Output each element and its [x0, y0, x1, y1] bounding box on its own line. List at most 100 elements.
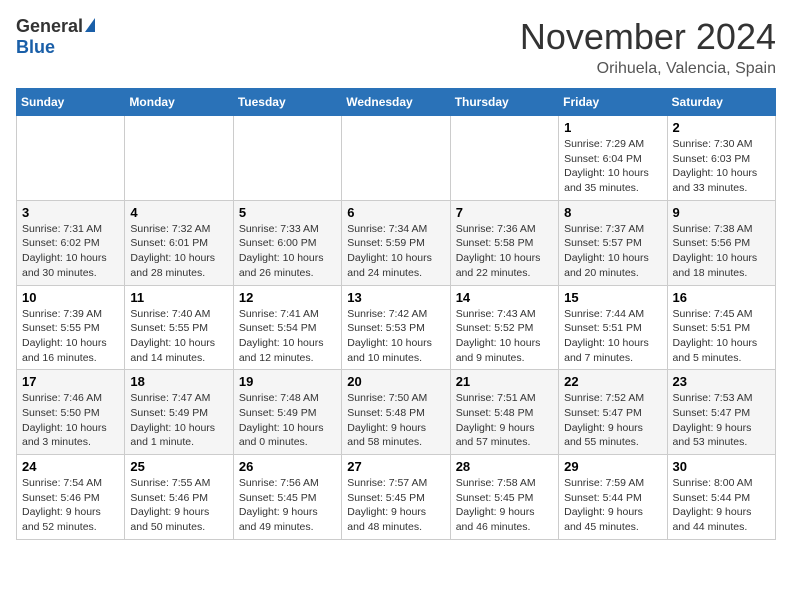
calendar-cell: 24 Sunrise: 7:54 AM Sunset: 5:46 PM Dayli…	[17, 455, 125, 540]
calendar-cell: 28 Sunrise: 7:58 AM Sunset: 5:45 PM Dayli…	[450, 455, 558, 540]
day-number: 29	[564, 459, 661, 474]
logo: General Blue	[16, 16, 95, 58]
day-info: Sunrise: 7:54 AM Sunset: 5:46 PM Dayligh…	[22, 476, 119, 535]
day-number: 28	[456, 459, 553, 474]
day-info: Sunrise: 7:47 AM Sunset: 5:49 PM Dayligh…	[130, 391, 227, 450]
calendar-cell: 16 Sunrise: 7:45 AM Sunset: 5:51 PM Dayli…	[667, 285, 775, 370]
calendar-cell: 21 Sunrise: 7:51 AM Sunset: 5:48 PM Dayli…	[450, 370, 558, 455]
day-info: Sunrise: 7:44 AM Sunset: 5:51 PM Dayligh…	[564, 307, 661, 366]
calendar-cell: 15 Sunrise: 7:44 AM Sunset: 5:51 PM Dayli…	[559, 285, 667, 370]
day-info: Sunrise: 7:37 AM Sunset: 5:57 PM Dayligh…	[564, 222, 661, 281]
calendar-cell: 1 Sunrise: 7:29 AM Sunset: 6:04 PM Daylig…	[559, 116, 667, 201]
logo-triangle-icon	[85, 18, 95, 32]
calendar-cell: 3Sunrise: 7:31 AM Sunset: 6:02 PM Daylig…	[17, 200, 125, 285]
calendar-week-4: 24 Sunrise: 7:54 AM Sunset: 5:46 PM Dayli…	[17, 455, 776, 540]
day-info: Sunrise: 7:42 AM Sunset: 5:53 PM Dayligh…	[347, 307, 444, 366]
calendar-cell: 6Sunrise: 7:34 AM Sunset: 5:59 PM Daylig…	[342, 200, 450, 285]
page-header: General Blue November 2024 Orihuela, Val…	[16, 16, 776, 78]
calendar-table: SundayMondayTuesdayWednesdayThursdayFrid…	[16, 88, 776, 540]
month-title: November 2024	[520, 16, 776, 58]
calendar-cell: 22 Sunrise: 7:52 AM Sunset: 5:47 PM Dayli…	[559, 370, 667, 455]
day-info: Sunrise: 7:51 AM Sunset: 5:48 PM Dayligh…	[456, 391, 553, 450]
calendar-cell: 13 Sunrise: 7:42 AM Sunset: 5:53 PM Dayli…	[342, 285, 450, 370]
calendar-cell: 23 Sunrise: 7:53 AM Sunset: 5:47 PM Dayli…	[667, 370, 775, 455]
days-of-week-row: SundayMondayTuesdayWednesdayThursdayFrid…	[17, 89, 776, 116]
calendar-cell	[233, 116, 341, 201]
calendar-cell: 18 Sunrise: 7:47 AM Sunset: 5:49 PM Dayli…	[125, 370, 233, 455]
calendar-cell: 26 Sunrise: 7:56 AM Sunset: 5:45 PM Dayli…	[233, 455, 341, 540]
day-number: 27	[347, 459, 444, 474]
calendar-cell: 8Sunrise: 7:37 AM Sunset: 5:57 PM Daylig…	[559, 200, 667, 285]
calendar-cell: 10 Sunrise: 7:39 AM Sunset: 5:55 PM Dayli…	[17, 285, 125, 370]
calendar-cell: 17 Sunrise: 7:46 AM Sunset: 5:50 PM Dayli…	[17, 370, 125, 455]
day-info: Sunrise: 7:57 AM Sunset: 5:45 PM Dayligh…	[347, 476, 444, 535]
calendar-week-2: 10 Sunrise: 7:39 AM Sunset: 5:55 PM Dayli…	[17, 285, 776, 370]
calendar-body: 1 Sunrise: 7:29 AM Sunset: 6:04 PM Daylig…	[17, 116, 776, 540]
day-info: Sunrise: 7:30 AM Sunset: 6:03 PM Dayligh…	[673, 137, 770, 196]
calendar-cell	[342, 116, 450, 201]
calendar-cell	[125, 116, 233, 201]
day-of-week-tuesday: Tuesday	[233, 89, 341, 116]
calendar-cell: 30Sunrise: 8:00 AM Sunset: 5:44 PM Dayli…	[667, 455, 775, 540]
day-info: Sunrise: 7:33 AM Sunset: 6:00 PM Dayligh…	[239, 222, 336, 281]
day-info: Sunrise: 7:58 AM Sunset: 5:45 PM Dayligh…	[456, 476, 553, 535]
calendar-cell: 5Sunrise: 7:33 AM Sunset: 6:00 PM Daylig…	[233, 200, 341, 285]
calendar-week-3: 17 Sunrise: 7:46 AM Sunset: 5:50 PM Dayli…	[17, 370, 776, 455]
day-info: Sunrise: 7:32 AM Sunset: 6:01 PM Dayligh…	[130, 222, 227, 281]
day-info: Sunrise: 7:38 AM Sunset: 5:56 PM Dayligh…	[673, 222, 770, 281]
day-number: 14	[456, 290, 553, 305]
day-info: Sunrise: 7:48 AM Sunset: 5:49 PM Dayligh…	[239, 391, 336, 450]
day-info: Sunrise: 7:34 AM Sunset: 5:59 PM Dayligh…	[347, 222, 444, 281]
title-area: November 2024 Orihuela, Valencia, Spain	[520, 16, 776, 78]
calendar-week-1: 3Sunrise: 7:31 AM Sunset: 6:02 PM Daylig…	[17, 200, 776, 285]
day-info: Sunrise: 7:39 AM Sunset: 5:55 PM Dayligh…	[22, 307, 119, 366]
calendar-week-0: 1 Sunrise: 7:29 AM Sunset: 6:04 PM Daylig…	[17, 116, 776, 201]
day-number: 21	[456, 374, 553, 389]
day-number: 23	[673, 374, 770, 389]
calendar-cell: 20Sunrise: 7:50 AM Sunset: 5:48 PM Dayli…	[342, 370, 450, 455]
day-info: Sunrise: 7:41 AM Sunset: 5:54 PM Dayligh…	[239, 307, 336, 366]
day-number: 16	[673, 290, 770, 305]
location-subtitle: Orihuela, Valencia, Spain	[520, 60, 776, 78]
day-info: Sunrise: 7:43 AM Sunset: 5:52 PM Dayligh…	[456, 307, 553, 366]
day-number: 25	[130, 459, 227, 474]
calendar-cell: 7Sunrise: 7:36 AM Sunset: 5:58 PM Daylig…	[450, 200, 558, 285]
day-number: 1	[564, 120, 661, 135]
day-info: Sunrise: 8:00 AM Sunset: 5:44 PM Dayligh…	[673, 476, 770, 535]
day-info: Sunrise: 7:56 AM Sunset: 5:45 PM Dayligh…	[239, 476, 336, 535]
calendar-header: SundayMondayTuesdayWednesdayThursdayFrid…	[17, 89, 776, 116]
day-info: Sunrise: 7:40 AM Sunset: 5:55 PM Dayligh…	[130, 307, 227, 366]
calendar-cell: 11 Sunrise: 7:40 AM Sunset: 5:55 PM Dayli…	[125, 285, 233, 370]
day-of-week-monday: Monday	[125, 89, 233, 116]
day-info: Sunrise: 7:52 AM Sunset: 5:47 PM Dayligh…	[564, 391, 661, 450]
day-number: 24	[22, 459, 119, 474]
day-of-week-thursday: Thursday	[450, 89, 558, 116]
day-info: Sunrise: 7:29 AM Sunset: 6:04 PM Dayligh…	[564, 137, 661, 196]
calendar-cell	[17, 116, 125, 201]
calendar-cell: 12Sunrise: 7:41 AM Sunset: 5:54 PM Dayli…	[233, 285, 341, 370]
day-number: 18	[130, 374, 227, 389]
day-info: Sunrise: 7:53 AM Sunset: 5:47 PM Dayligh…	[673, 391, 770, 450]
calendar-cell	[450, 116, 558, 201]
day-of-week-wednesday: Wednesday	[342, 89, 450, 116]
day-info: Sunrise: 7:45 AM Sunset: 5:51 PM Dayligh…	[673, 307, 770, 366]
day-number: 15	[564, 290, 661, 305]
day-number: 19	[239, 374, 336, 389]
day-number: 10	[22, 290, 119, 305]
day-number: 11	[130, 290, 227, 305]
calendar-cell: 19 Sunrise: 7:48 AM Sunset: 5:49 PM Dayli…	[233, 370, 341, 455]
day-of-week-saturday: Saturday	[667, 89, 775, 116]
calendar-cell: 9Sunrise: 7:38 AM Sunset: 5:56 PM Daylig…	[667, 200, 775, 285]
day-number: 3	[22, 205, 119, 220]
day-number: 26	[239, 459, 336, 474]
calendar-cell: 14 Sunrise: 7:43 AM Sunset: 5:52 PM Dayli…	[450, 285, 558, 370]
day-info: Sunrise: 7:46 AM Sunset: 5:50 PM Dayligh…	[22, 391, 119, 450]
day-info: Sunrise: 7:50 AM Sunset: 5:48 PM Dayligh…	[347, 391, 444, 450]
day-number: 7	[456, 205, 553, 220]
day-of-week-sunday: Sunday	[17, 89, 125, 116]
day-number: 17	[22, 374, 119, 389]
calendar-cell: 2Sunrise: 7:30 AM Sunset: 6:03 PM Daylig…	[667, 116, 775, 201]
day-number: 22	[564, 374, 661, 389]
day-number: 4	[130, 205, 227, 220]
day-number: 13	[347, 290, 444, 305]
